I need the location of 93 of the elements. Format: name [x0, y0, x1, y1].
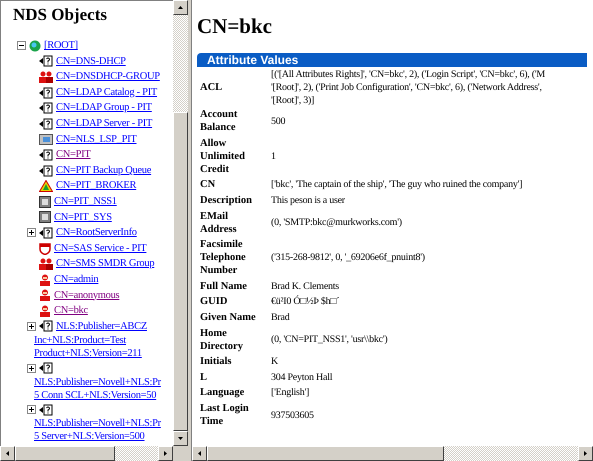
people-icon [39, 258, 53, 270]
tree-link[interactable]: NLS:Publisher=ABCZ [56, 318, 147, 334]
person-icon [39, 274, 51, 286]
question-mark-icon [39, 148, 53, 161]
tree-link[interactable]: CN=PIT_BROKER [56, 178, 136, 194]
tree-link[interactable]: NLS:Publisher=Novell+NLS:Pr 5 Server+NLS:Version=500 [27, 417, 161, 444]
attribute-value: ['bkc', 'The captain of the ship', 'The guy who ruined the company'] [270, 178, 524, 192]
attribute-value: 500 [270, 114, 286, 129]
tree-link[interactable]: CN=admin [54, 272, 98, 288]
attribute-name: L [200, 370, 208, 385]
tree-link[interactable]: Inc+NLS:Product=Test Product+NLS:Version=211 [27, 334, 142, 360]
scroll-arrow-button[interactable] [173, 0, 188, 15]
question-mark-icon [39, 55, 53, 68]
question-mark-icon [39, 226, 53, 239]
attribute-name: Language [200, 386, 246, 400]
tree-link[interactable]: CN=LDAP Catalog - PIT [56, 84, 158, 100]
attribute-value: K [270, 355, 279, 370]
scroll-arrow-button[interactable] [0, 446, 15, 461]
expand-icon[interactable] [27, 364, 36, 373]
tree-link[interactable]: CN=SAS Service - PIT [54, 240, 146, 256]
question-mark-icon [39, 404, 53, 416]
attribute-value: €ü²I0 Ó□½Þ $h□´ [270, 294, 340, 310]
attribute-value: ['English'] [270, 386, 310, 400]
tree-link[interactable]: CN=DNS-DHCP [56, 54, 126, 70]
attribute-value: This peson is a user [270, 194, 346, 208]
horizontal-scrollbar[interactable] [0, 446, 188, 461]
vertical-scrollbar[interactable] [173, 0, 188, 446]
object-title: CN=bkc [197, 14, 273, 38]
folder-icon [39, 133, 53, 146]
scroll-arrow-button[interactable] [158, 446, 173, 461]
scroll-thumb[interactable] [173, 112, 188, 431]
attribute-value: 304 Peyton Hall [270, 370, 334, 385]
scroll-arrow-button[interactable] [192, 446, 207, 461]
tree-link[interactable]: NLS:Publisher=Novell+NLS:Pr 5 Conn SCL+NLS:Version=50 [27, 376, 161, 402]
attribute-value: [('[All Attributes Rights]', 'CN=bkc', 2), ('Login Script', 'CN=bkc', 6), ('M '[Root]', 2), ('Print Job Configuration', 'CN=bkc', 6), ('Network Address', '[Root]', 3)] [270, 68, 546, 107]
scroll-arrow-button[interactable] [578, 446, 593, 461]
attribute-value: (0, 'SMTP:bkc@murkworks.com') [270, 216, 403, 230]
person-icon [39, 289, 51, 302]
shield-icon [39, 242, 51, 255]
attribute-value: Brad [270, 311, 290, 326]
attribute-name: Account Balance [200, 108, 238, 136]
expand-icon[interactable] [27, 405, 36, 414]
tree-link[interactable]: CN=anonymous [54, 288, 120, 304]
tree-link[interactable]: CN=bkc [54, 303, 88, 319]
question-mark-icon [39, 320, 53, 332]
disk-icon [39, 211, 51, 224]
attribute-value: ('315-268-9812', 0, '_69206e6f_pnuint8') [270, 251, 426, 266]
scroll-thumb[interactable] [207, 446, 444, 461]
tree-link[interactable]: CN=LDAP Group - PIT [56, 100, 152, 116]
tree-link[interactable]: CN=NLS_LSP_PIT [56, 132, 136, 148]
question-mark-icon [39, 86, 53, 99]
section-header: Attribute Values [197, 53, 587, 67]
attribute-name: CN [200, 178, 216, 192]
tree-link[interactable]: CN=LDAP Server - PIT [56, 116, 152, 132]
attribute-name: Home Directory [200, 326, 244, 354]
attribute-value: (0, 'CN=PIT_NSS1', 'usr\\bkc') [270, 333, 388, 348]
globe-icon [29, 40, 41, 52]
attribute-value: 1 [270, 150, 277, 164]
question-mark-icon [39, 118, 53, 130]
attribute-value: Brad K. Clements [270, 280, 340, 294]
attribute-name: GUID [200, 295, 228, 310]
people-icon [39, 70, 53, 83]
tree-link[interactable]: CN=PIT Backup Queue [56, 162, 152, 178]
tree-link[interactable]: CN=SMS SMDR Group [56, 256, 154, 272]
attribute-value: 937503605 [270, 408, 315, 423]
scroll-thumb[interactable] [15, 446, 115, 461]
attribute-name: ACL [200, 81, 224, 95]
scroll-arrow-button[interactable] [173, 431, 188, 446]
attribute-name: Facsimile Telephone Number [200, 238, 247, 278]
expand-icon[interactable] [27, 228, 36, 238]
collapse-icon[interactable] [17, 41, 26, 50]
disk-icon [39, 196, 51, 208]
tree-link[interactable]: CN=PIT [56, 147, 90, 163]
question-mark-icon [39, 102, 53, 114]
tree-link[interactable]: CN=DNSDHCP-GROUP [56, 69, 160, 85]
tree-link[interactable]: CN=PIT_SYS [54, 210, 112, 226]
pane-title: NDS Objects [13, 4, 108, 26]
attribute-name: Last Login Time [200, 402, 250, 430]
expand-icon[interactable] [27, 322, 36, 331]
tree-link[interactable]: CN=RootServerInfo [56, 225, 137, 241]
question-mark-icon [39, 164, 53, 177]
triangle-icon [39, 180, 53, 192]
question-mark-icon [39, 362, 53, 374]
attribute-name: Full Name [200, 280, 248, 294]
horizontal-scrollbar[interactable] [192, 446, 593, 461]
attribute-name: Given Name [200, 311, 257, 326]
tree-link[interactable]: CN=PIT_NSS1 [54, 194, 117, 210]
attribute-name: EMail Address [200, 210, 238, 237]
tree-link[interactable]: [ROOT] [44, 38, 78, 54]
attribute-name: Initials [200, 355, 233, 370]
attribute-name: Description [200, 194, 253, 208]
person-icon [39, 304, 51, 317]
attribute-name: Allow Unlimited Credit [200, 136, 246, 177]
